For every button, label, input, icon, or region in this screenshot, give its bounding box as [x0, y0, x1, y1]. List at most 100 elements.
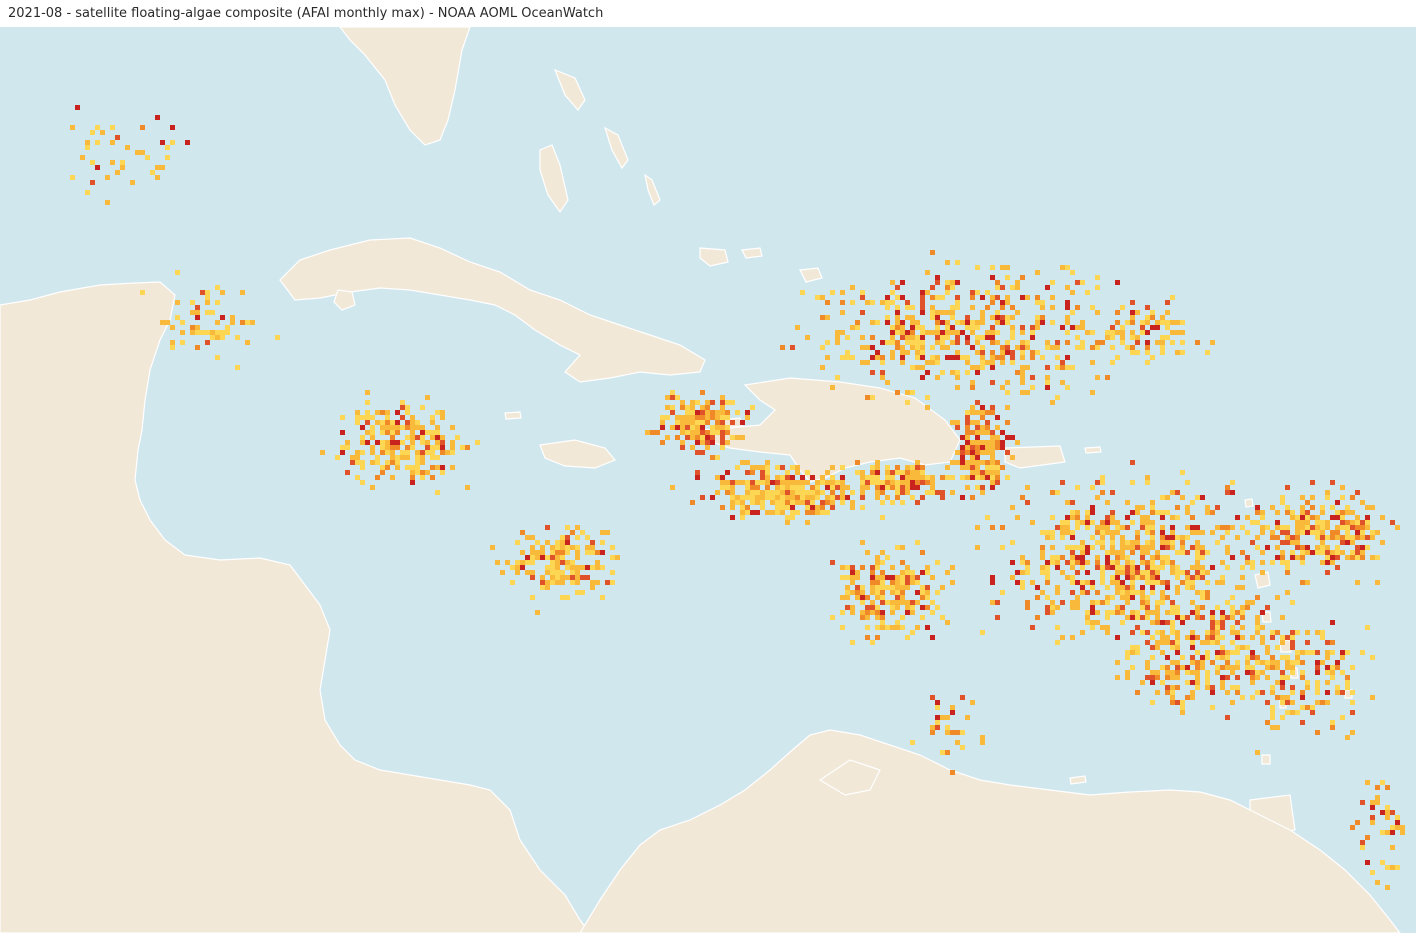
- algae-pixel: [875, 495, 880, 500]
- algae-pixel: [1020, 275, 1025, 280]
- algae-pixel: [1070, 270, 1075, 275]
- algae-pixel: [880, 515, 885, 520]
- algae-pixel: [1320, 635, 1325, 640]
- algae-pixel: [370, 425, 375, 430]
- algae-pixel: [985, 460, 990, 465]
- algae-pixel: [1120, 585, 1125, 590]
- algae-pixel: [1285, 700, 1290, 705]
- algae-pixel: [840, 290, 845, 295]
- algae-pixel: [1140, 520, 1145, 525]
- map-canvas[interactable]: [0, 27, 1416, 933]
- algae-pixel: [1190, 660, 1195, 665]
- algae-pixel: [945, 285, 950, 290]
- algae-pixel: [560, 570, 565, 575]
- algae-pixel: [865, 480, 870, 485]
- algae-pixel: [385, 410, 390, 415]
- algae-pixel: [860, 310, 865, 315]
- algae-pixel: [1155, 550, 1160, 555]
- algae-pixel: [1135, 505, 1140, 510]
- algae-pixel: [1300, 530, 1305, 535]
- algae-pixel: [1335, 510, 1340, 515]
- algae-pixel: [215, 300, 220, 305]
- algae-pixel: [1115, 560, 1120, 565]
- algae-pixel: [915, 470, 920, 475]
- algae-pixel: [755, 490, 760, 495]
- algae-pixel: [880, 585, 885, 590]
- algae-pixel: [415, 435, 420, 440]
- algae-pixel: [105, 175, 110, 180]
- algae-pixel: [1085, 620, 1090, 625]
- algae-pixel: [610, 545, 615, 550]
- algae-pixel: [1270, 705, 1275, 710]
- algae-pixel: [1365, 535, 1370, 540]
- algae-pixel: [1155, 510, 1160, 515]
- algae-pixel: [1300, 660, 1305, 665]
- algae-pixel: [1390, 520, 1395, 525]
- algae-pixel: [1245, 530, 1250, 535]
- algae-pixel: [1150, 315, 1155, 320]
- algae-pixel: [1020, 375, 1025, 380]
- algae-pixel: [1180, 535, 1185, 540]
- algae-pixel: [425, 430, 430, 435]
- algae-pixel: [1115, 590, 1120, 595]
- map-view[interactable]: [0, 27, 1416, 933]
- algae-pixel: [1150, 580, 1155, 585]
- algae-pixel: [865, 485, 870, 490]
- algae-pixel: [385, 430, 390, 435]
- algae-pixel: [915, 460, 920, 465]
- algae-pixel: [1325, 555, 1330, 560]
- algae-pixel: [1175, 550, 1180, 555]
- algae-pixel: [1040, 555, 1045, 560]
- algae-pixel: [1200, 545, 1205, 550]
- algae-pixel: [900, 575, 905, 580]
- algae-pixel: [1055, 625, 1060, 630]
- algae-pixel: [530, 545, 535, 550]
- algae-pixel: [975, 425, 980, 430]
- algae-pixel: [1100, 520, 1105, 525]
- algae-pixel: [1180, 470, 1185, 475]
- algae-pixel: [1115, 525, 1120, 530]
- algae-pixel: [1005, 390, 1010, 395]
- algae-pixel: [955, 385, 960, 390]
- algae-pixel: [920, 355, 925, 360]
- algae-pixel: [1070, 365, 1075, 370]
- algae-pixel: [1285, 660, 1290, 665]
- algae-pixel: [1225, 690, 1230, 695]
- algae-pixel: [1140, 575, 1145, 580]
- algae-pixel: [1020, 495, 1025, 500]
- algae-pixel: [1290, 540, 1295, 545]
- algae-pixel: [790, 480, 795, 485]
- algae-pixel: [1395, 525, 1400, 530]
- algae-pixel: [1055, 395, 1060, 400]
- algae-pixel: [1000, 345, 1005, 350]
- algae-pixel: [560, 575, 565, 580]
- algae-pixel: [875, 615, 880, 620]
- algae-pixel: [1245, 665, 1250, 670]
- algae-pixel: [660, 440, 665, 445]
- algae-pixel: [1130, 540, 1135, 545]
- algae-pixel: [1080, 630, 1085, 635]
- algae-pixel: [1125, 675, 1130, 680]
- algae-pixel: [1215, 525, 1220, 530]
- algae-pixel: [805, 335, 810, 340]
- algae-pixel: [1225, 655, 1230, 660]
- algae-pixel: [920, 300, 925, 305]
- algae-pixel: [895, 625, 900, 630]
- algae-pixel: [965, 440, 970, 445]
- algae-pixel: [1275, 510, 1280, 515]
- algae-pixel: [580, 590, 585, 595]
- algae-pixel: [220, 335, 225, 340]
- algae-pixel: [1115, 660, 1120, 665]
- algae-pixel: [890, 590, 895, 595]
- algae-pixel: [1110, 560, 1115, 565]
- algae-pixel: [900, 330, 905, 335]
- algae-pixel: [1320, 545, 1325, 550]
- algae-pixel: [975, 545, 980, 550]
- algae-pixel: [1150, 575, 1155, 580]
- algae-pixel: [720, 445, 725, 450]
- algae-pixel: [1085, 610, 1090, 615]
- algae-pixel: [1355, 520, 1360, 525]
- algae-pixel: [955, 460, 960, 465]
- algae-pixel: [555, 570, 560, 575]
- algae-pixel: [995, 425, 1000, 430]
